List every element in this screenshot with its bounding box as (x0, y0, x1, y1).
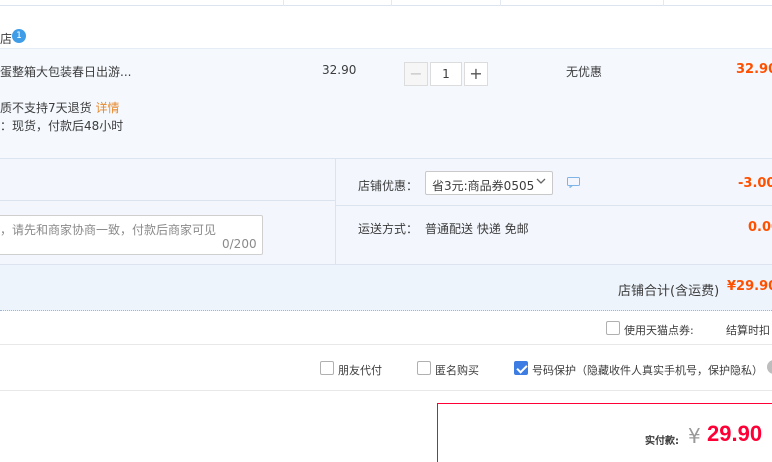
item-title-link[interactable]: 蛋整箱大包装春日出游... (0, 63, 131, 80)
anonymous-purchase-label: 匿名购买 (435, 364, 479, 377)
divider (336, 205, 772, 206)
column-divider (283, 0, 284, 6)
divider (0, 390, 772, 391)
item-promotion: 无优惠 (566, 65, 603, 79)
shipping-time: ：现货，付款后48小时 (0, 119, 124, 133)
delivery-method: 普通配送 快递 免邮 (425, 222, 529, 236)
order-item-row: 蛋整箱大包装春日出游... 32.90 − 1 + 无优惠 32.90 质不支持… (0, 48, 772, 158)
coupon-discount-amount: -3.00 (738, 176, 772, 191)
currency-symbol: ¥ (688, 424, 701, 448)
quantity-input[interactable]: 1 (430, 62, 462, 86)
column-divider (391, 0, 392, 6)
column-divider (500, 0, 501, 6)
points-row: 使用天猫点券: 结算时扣 (0, 312, 772, 344)
item-unit-price: 32.90 (322, 63, 357, 77)
coupon-selected-value: 省3元:商品券0505 (432, 179, 535, 193)
return-details-link[interactable]: 详情 (95, 101, 119, 115)
payment-label: 实付款: (645, 436, 679, 447)
number-protect-checkbox[interactable] (514, 361, 528, 375)
shop-total-label: 店铺合计(含运费) (618, 284, 720, 299)
delivery-fee: 0.00 (748, 220, 772, 235)
shop-total-row: 店铺合计(含运费) ¥29.90 (0, 264, 772, 311)
return-policy: 质不支持7天退货 详情 (0, 99, 119, 116)
shop-total-amount: ¥29.90 (727, 279, 772, 294)
settle-deduct-label: 结算时扣 (726, 324, 770, 337)
chevron-down-icon (536, 178, 546, 184)
payment-amount: 29.90 (707, 421, 763, 446)
shop-badge-icon: 1 (12, 29, 26, 43)
shop-header: 店 1 (0, 26, 772, 50)
memo-char-counter: 0/200 (222, 237, 257, 251)
column-divider (663, 0, 664, 6)
friend-pay-label: 朋友代付 (338, 364, 382, 377)
help-icon[interactable] (767, 360, 772, 374)
shop-name[interactable]: 店 (0, 30, 12, 47)
item-subtotal: 32.90 (736, 62, 772, 77)
coupon-label: 店铺优惠： (358, 179, 419, 193)
memo-placeholder: ，请先和商家协商一致，付款后商家可见 (0, 223, 217, 237)
number-protect-label: 号码保护（隐藏收件人真实手机号，保护隐私） (532, 364, 763, 377)
delivery-label: 运送方式： (358, 222, 419, 236)
use-points-checkbox[interactable] (606, 321, 620, 335)
use-points-label: 使用天猫点券: (624, 324, 694, 337)
order-options-panel: ，请先和商家协商一致，付款后商家可见 0/200 店铺优惠： 省3元:商品券05… (0, 158, 772, 265)
chat-icon[interactable] (567, 177, 580, 188)
table-header-strip (0, 0, 772, 6)
anonymous-purchase-checkbox[interactable] (417, 361, 431, 375)
friend-pay-checkbox[interactable] (320, 361, 334, 375)
divider (0, 200, 335, 201)
qty-increase-button[interactable]: + (464, 62, 488, 86)
divider (335, 159, 336, 265)
return-policy-text: 质不支持7天退货 (0, 101, 92, 115)
divider (0, 344, 772, 345)
qty-decrease-button[interactable]: − (404, 62, 428, 86)
